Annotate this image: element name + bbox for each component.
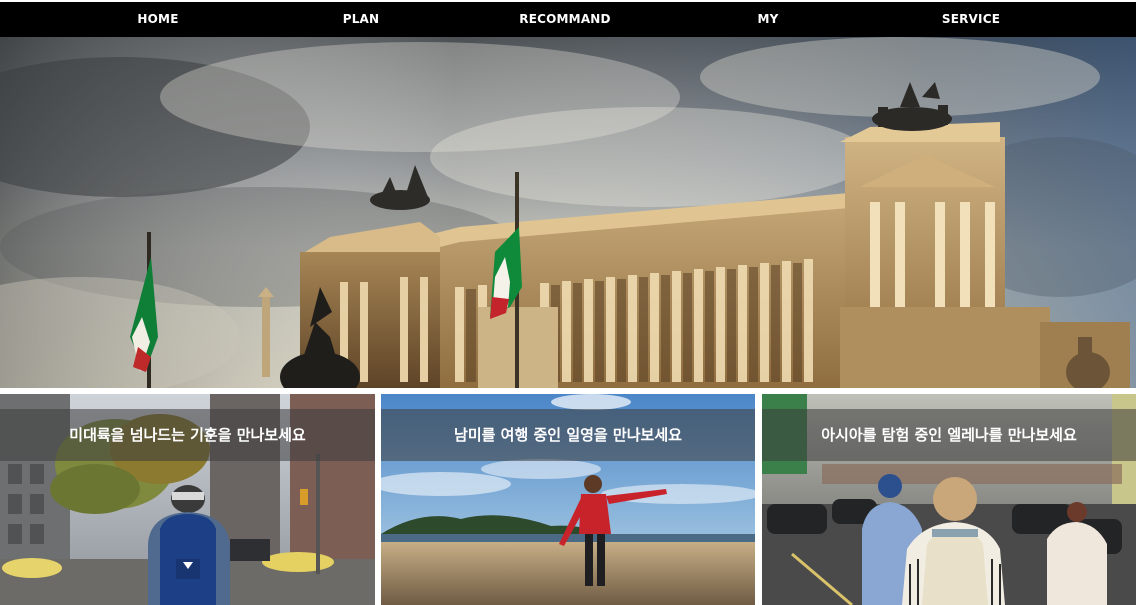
nav-my-link[interactable]: MY (757, 2, 778, 37)
top-nav-bar: HOME PLAN RECOMMAND MY SERVICE (0, 2, 1136, 37)
hero-monument-illustration (0, 37, 1136, 388)
page: HOME PLAN RECOMMAND MY SERVICE 미대륙을 넘나드는… (0, 0, 1138, 605)
card-caption-ilyoung: 남미를 여행 중인 일영을 만나보세요 (381, 409, 755, 461)
nav-service-link[interactable]: SERVICE (942, 2, 1000, 37)
hero-banner-image (0, 37, 1136, 388)
card-caption-gihun: 미대륙을 넘나드는 기훈을 만나보세요 (0, 409, 375, 461)
traveler-card-gihun[interactable]: 미대륙을 넘나드는 기훈을 만나보세요 (0, 394, 375, 605)
nav-home-link[interactable]: HOME (137, 2, 178, 37)
traveler-card-elena[interactable]: 아시아를 탐험 중인 엘레나를 만나보세요 (762, 394, 1136, 605)
card-caption-elena: 아시아를 탐험 중인 엘레나를 만나보세요 (762, 409, 1136, 461)
traveler-card-ilyoung[interactable]: 남미를 여행 중인 일영을 만나보세요 (381, 394, 755, 605)
nav-plan-link[interactable]: PLAN (343, 2, 380, 37)
nav-recommand-link[interactable]: RECOMMAND (519, 2, 610, 37)
